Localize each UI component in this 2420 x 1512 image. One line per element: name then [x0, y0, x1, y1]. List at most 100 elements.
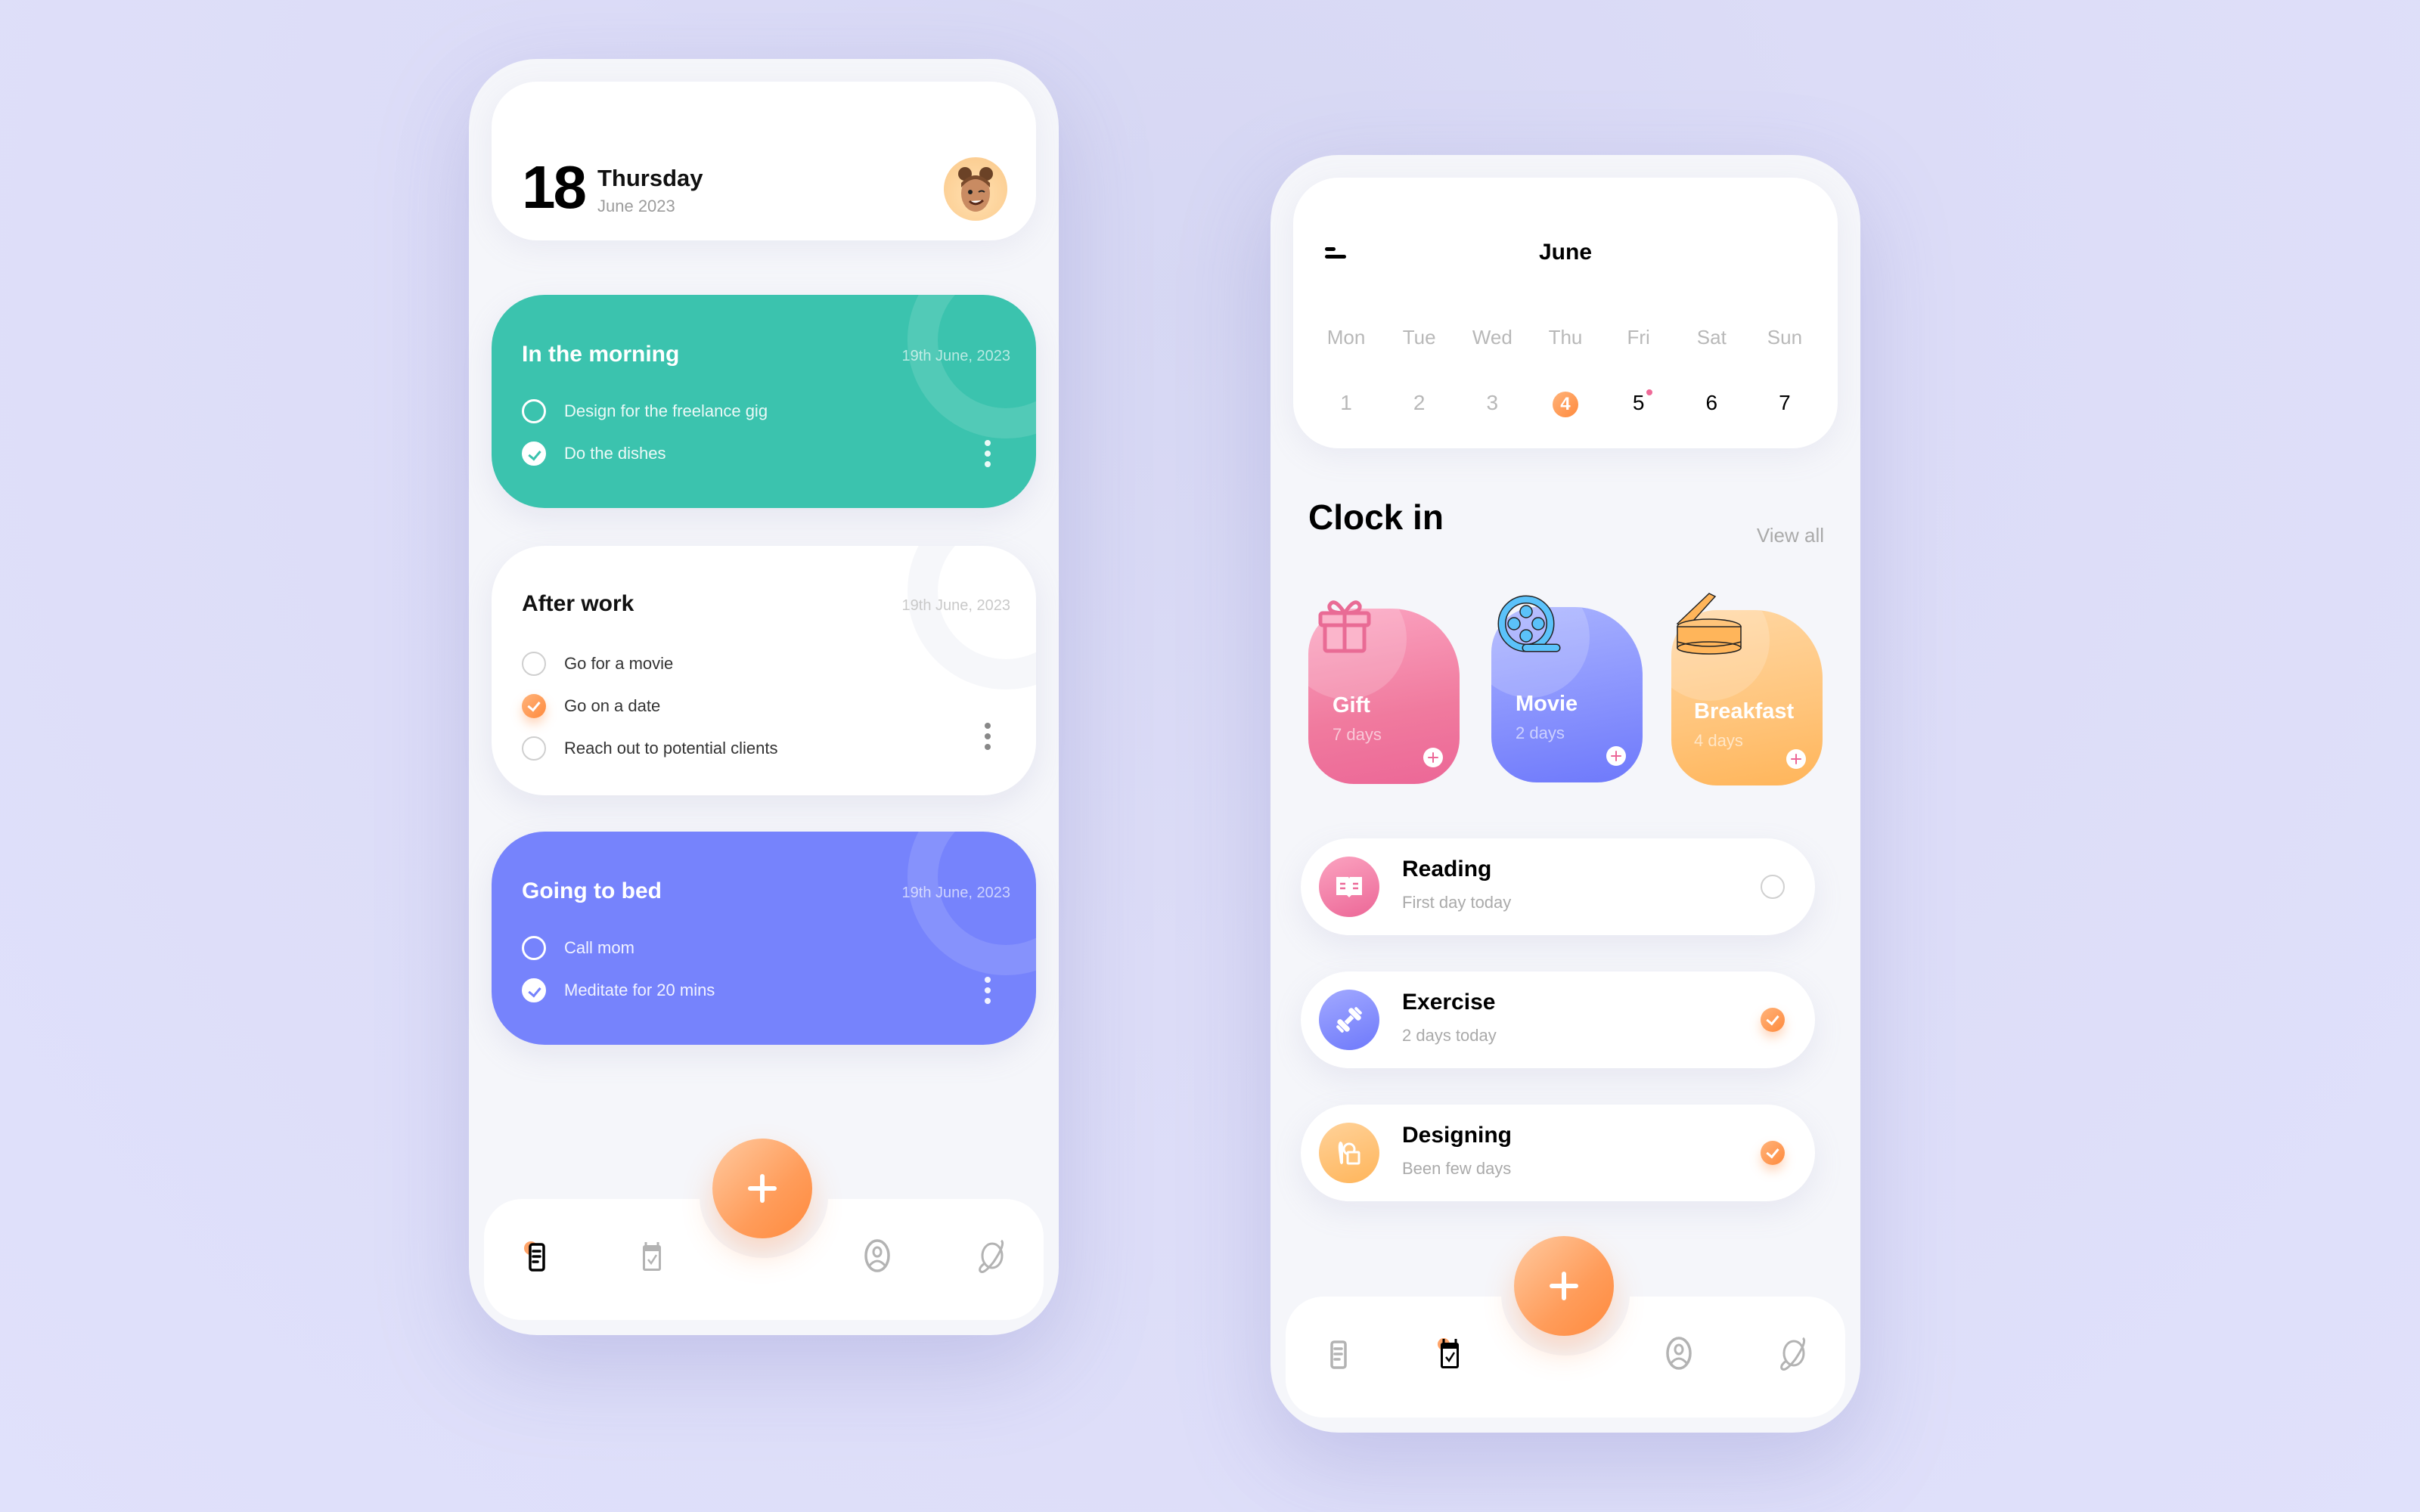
add-icon[interactable] [1786, 749, 1806, 769]
habit-item-designing[interactable]: Designing Been few days [1301, 1105, 1815, 1201]
weekday-label: Fri [1627, 326, 1650, 349]
planet-icon [1780, 1337, 1806, 1371]
task-group-date: 19th June, 2023 [901, 885, 1010, 901]
task-item[interactable]: Meditate for 20 mins [522, 978, 715, 1002]
task-label: Meditate for 20 mins [564, 981, 715, 999]
date-header: 18 Thursday June 2023 [492, 82, 1036, 240]
add-habit-button[interactable] [1514, 1236, 1614, 1336]
avatar[interactable] [944, 157, 1007, 221]
task-group-title: After work [522, 591, 634, 616]
month-year-label: June 2023 [597, 197, 675, 215]
nav-notes[interactable] [514, 1233, 560, 1278]
add-icon[interactable] [1606, 746, 1626, 766]
book-icon [1319, 857, 1379, 917]
date-row: 1 2 3 4 5 6 7 [1310, 388, 1821, 418]
task-label: Call mom [564, 938, 634, 957]
notes-icon [524, 1241, 545, 1272]
nav-profile[interactable] [855, 1233, 900, 1278]
task-item[interactable]: Call mom [522, 936, 634, 960]
dumbbell-icon [1319, 990, 1379, 1050]
clock-in-screen: June Mon Tue Wed Thu Fri Sat Sun 1 2 3 4… [1270, 155, 1860, 1433]
task-checkbox[interactable] [522, 399, 546, 423]
decorative-ring [908, 546, 1036, 689]
clock-in-card-breakfast[interactable]: Breakfast 4 days [1671, 593, 1823, 785]
weekday-label: Thursday [597, 165, 703, 191]
weekday-label: Sun [1767, 326, 1803, 349]
design-tools-icon [1319, 1123, 1379, 1183]
task-group-date: 19th June, 2023 [901, 597, 1010, 614]
task-group-after-work[interactable]: After work 19th June, 2023 Go for a movi… [492, 546, 1036, 795]
habit-checkbox[interactable] [1761, 875, 1785, 899]
habit-checkbox-checked[interactable] [1761, 1141, 1785, 1165]
habit-name: Designing [1402, 1123, 1512, 1148]
view-all-link[interactable]: View all [1757, 524, 1824, 547]
task-group-bedtime[interactable]: Going to bed 19th June, 2023 Call mom Me… [492, 832, 1036, 1045]
add-icon[interactable] [1423, 748, 1443, 767]
calendar-month[interactable]: June [1293, 240, 1838, 265]
more-options-icon[interactable] [985, 977, 991, 1004]
calendar-date-selected[interactable]: 4 [1529, 388, 1602, 418]
task-label: Reach out to potential clients [564, 739, 778, 758]
task-group-title: In the morning [522, 342, 680, 367]
weekday-label: Wed [1472, 326, 1512, 349]
decorative-ring [908, 832, 1036, 975]
task-checkbox[interactable] [522, 736, 546, 761]
planet-icon [979, 1239, 1004, 1273]
task-label: Go on a date [564, 696, 661, 715]
day-number: 18 [522, 153, 587, 221]
calendar-date[interactable]: 5 [1602, 388, 1675, 418]
nav-calendar[interactable] [1426, 1331, 1471, 1376]
notes-icon [1330, 1340, 1347, 1369]
clock-in-name: Movie [1516, 692, 1578, 716]
event-dot-icon [1646, 389, 1652, 395]
task-item[interactable]: Go on a date [522, 694, 660, 718]
task-item[interactable]: Reach out to potential clients [522, 736, 778, 761]
decorative-ring [908, 295, 1036, 438]
habit-subtitle: First day today [1402, 893, 1512, 912]
calendar-date[interactable]: 1 [1310, 388, 1382, 418]
calendar-date[interactable]: 2 [1383, 388, 1456, 418]
habit-name: Reading [1402, 857, 1492, 881]
weekday-label: Tue [1402, 326, 1436, 349]
more-options-icon[interactable] [985, 723, 991, 750]
daily-tasks-screen: 18 Thursday June 2023 In the morning 19t… [469, 59, 1059, 1335]
nav-explore[interactable] [968, 1233, 1013, 1278]
clock-in-days: 7 days [1333, 725, 1382, 744]
nav-profile[interactable] [1656, 1331, 1702, 1376]
clock-in-card-gift[interactable]: Gift 7 days [1308, 600, 1460, 784]
clock-in-card-movie[interactable]: Movie 2 days [1491, 595, 1643, 782]
task-checkbox[interactable] [522, 652, 546, 676]
task-item[interactable]: Design for the freelance gig [522, 399, 768, 423]
habit-item-reading[interactable]: Reading First day today [1301, 838, 1815, 935]
task-item[interactable]: Go for a movie [522, 652, 673, 676]
nav-calendar[interactable] [628, 1233, 673, 1278]
gift-icon [1311, 592, 1379, 660]
task-checkbox[interactable] [522, 936, 546, 960]
task-item[interactable]: Do the dishes [522, 442, 666, 466]
memoji-avatar-icon [958, 167, 993, 212]
section-title: Clock in [1308, 497, 1444, 537]
calendar-check-icon [643, 1242, 661, 1271]
task-checkbox-checked[interactable] [522, 694, 546, 718]
task-label: Go for a movie [564, 654, 674, 673]
calendar-date[interactable]: 3 [1456, 388, 1528, 418]
calendar-card: June Mon Tue Wed Thu Fri Sat Sun 1 2 3 4… [1293, 178, 1838, 448]
add-task-button[interactable] [712, 1139, 812, 1238]
habit-item-exercise[interactable]: Exercise 2 days today [1301, 971, 1815, 1068]
habit-name: Exercise [1402, 990, 1496, 1015]
task-group-morning[interactable]: In the morning 19th June, 2023 Design fo… [492, 295, 1036, 508]
calendar-date[interactable]: 7 [1748, 388, 1821, 418]
can-icon [1671, 587, 1747, 663]
weekday-label: Mon [1326, 326, 1366, 349]
task-checkbox-checked[interactable] [522, 978, 546, 1002]
nav-explore[interactable] [1770, 1331, 1815, 1376]
habit-checkbox-checked[interactable] [1761, 1008, 1785, 1032]
clock-in-days: 4 days [1694, 731, 1743, 750]
weekday-label: Sat [1696, 326, 1727, 349]
calendar-date[interactable]: 6 [1675, 388, 1748, 418]
nav-notes[interactable] [1316, 1331, 1361, 1376]
task-checkbox-checked[interactable] [522, 442, 546, 466]
more-options-icon[interactable] [985, 440, 991, 467]
calendar-check-icon [1438, 1338, 1459, 1368]
clock-in-days: 2 days [1516, 723, 1565, 742]
